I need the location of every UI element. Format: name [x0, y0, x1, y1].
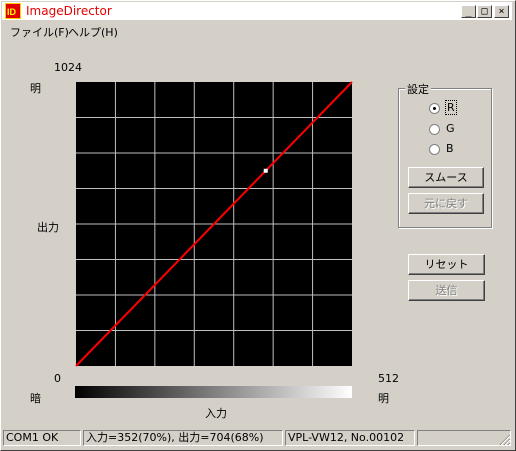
resize-grip-icon[interactable] — [499, 434, 511, 446]
radio-g-label[interactable]: G — [446, 122, 455, 135]
app-icon: ID — [5, 3, 21, 19]
radio-g[interactable] — [429, 124, 440, 135]
bright-label-right: 明 — [378, 392, 389, 405]
title-bar[interactable]: ID ImageDirector _ □ × — [2, 2, 512, 20]
revert-button[interactable]: 元に戻す — [408, 193, 484, 214]
graph-scrollbar — [352, 120, 360, 366]
send-button[interactable]: 送信 — [408, 280, 485, 301]
tone-curve-svg[interactable] — [74, 80, 362, 368]
status-io-values: 入力=352(70%), 出力=704(68%) — [83, 430, 283, 446]
x-axis-label: 入力 — [205, 407, 227, 420]
x-max-label: 512 — [378, 372, 399, 385]
svg-text:ID: ID — [7, 7, 17, 17]
close-button[interactable]: × — [494, 5, 509, 18]
y-axis-label: 出力 — [37, 221, 59, 234]
curve-control-point[interactable] — [263, 168, 268, 173]
menu-help[interactable]: ヘルプ(H) — [68, 24, 118, 40]
smooth-button[interactable]: スムース — [408, 167, 484, 188]
tone-curve-graph[interactable] — [74, 80, 362, 368]
dark-label: 暗 — [30, 392, 41, 405]
settings-group-title: 設定 — [405, 81, 431, 97]
minimize-icon: _ — [465, 6, 472, 17]
minimize-button[interactable]: _ — [461, 5, 476, 18]
status-bar: COM1 OK 入力=352(70%), 出力=704(68%) VPL-VW1… — [2, 429, 512, 447]
radio-b-label[interactable]: B — [446, 142, 454, 155]
maximize-button[interactable]: □ — [477, 5, 492, 18]
radio-b[interactable] — [429, 144, 440, 155]
radio-r[interactable] — [429, 103, 440, 114]
maximize-icon: □ — [481, 6, 488, 17]
bright-label-top: 明 — [30, 82, 41, 95]
y-min-label: 0 — [54, 372, 61, 385]
radio-r-label[interactable]: R — [445, 100, 457, 115]
menu-file[interactable]: ファイル(F) — [10, 24, 69, 40]
input-gradient-bar — [75, 386, 352, 398]
close-icon: × — [498, 6, 505, 17]
window-title: ImageDirector — [26, 4, 112, 18]
status-device: VPL-VW12, No.00102 — [285, 430, 415, 446]
menu-bar: ファイル(F) ヘルプ(H) — [2, 21, 512, 39]
status-port: COM1 OK — [3, 430, 81, 446]
reset-button[interactable]: リセット — [408, 254, 485, 275]
y-max-label: 1024 — [54, 61, 82, 74]
status-empty-pane — [417, 430, 511, 446]
